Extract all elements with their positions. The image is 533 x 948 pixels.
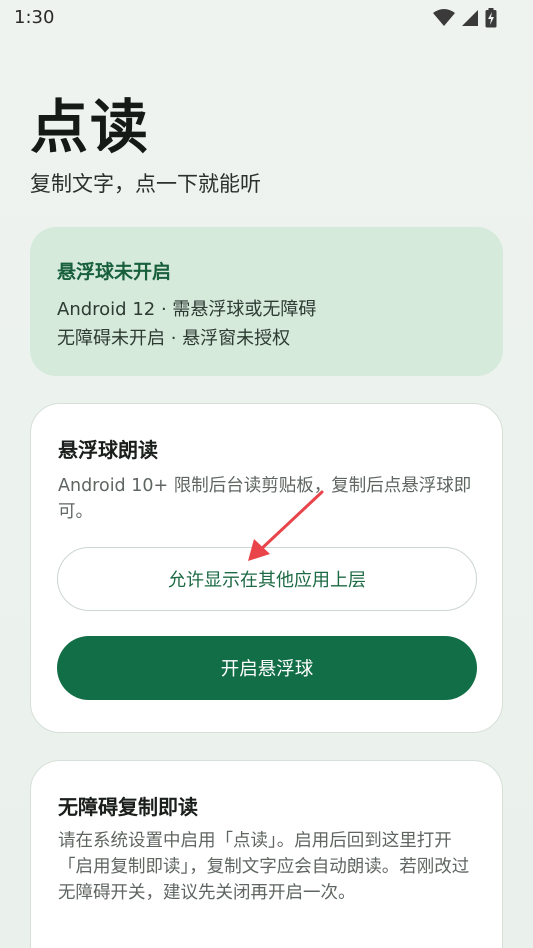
status-bar: 1:30 (0, 0, 533, 38)
battery-charging-icon (485, 8, 497, 28)
floating-card-description: Android 10+ 限制后台读剪贴板，复制后点悬浮球即可。 (58, 476, 472, 522)
accessibility-card: 无障碍复制即读 请在系统设置中启用「点读」。启用后回到这里打开「启用复制即读」，… (30, 760, 503, 948)
enable-floating-ball-button[interactable]: 开启悬浮球 (57, 636, 477, 700)
cellular-signal-icon (462, 10, 478, 26)
accessibility-card-title: 无障碍复制即读 (58, 795, 198, 819)
floating-card-title: 悬浮球朗读 (58, 438, 158, 462)
status-time: 1:30 (14, 7, 55, 28)
accessibility-card-description: 请在系统设置中启用「点读」。启用后回到这里打开「启用复制即读」，复制文字应会自动… (58, 831, 470, 903)
status-line-permissions: 无障碍未开启 · 悬浮窗未授权 (57, 328, 291, 349)
floating-ball-status-card: 悬浮球未开启 Android 12 · 需悬浮球或无障碍 无障碍未开启 · 悬浮… (30, 227, 503, 376)
enable-floating-ball-button-label: 开启悬浮球 (220, 659, 314, 680)
status-icons (433, 8, 497, 28)
status-card-title: 悬浮球未开启 (57, 261, 172, 283)
app-title: 点读 (30, 93, 151, 161)
allow-overlay-button-label: 允许显示在其他应用上层 (168, 570, 366, 591)
status-line-android-version: Android 12 · 需悬浮球或无障碍 (57, 299, 317, 320)
allow-overlay-button[interactable]: 允许显示在其他应用上层 (57, 547, 477, 611)
floating-ball-card: 悬浮球朗读 Android 10+ 限制后台读剪贴板，复制后点悬浮球即可。 允许… (30, 403, 503, 733)
app-subtitle: 复制文字，点一下就能听 (30, 172, 261, 196)
wifi-icon (433, 9, 455, 26)
